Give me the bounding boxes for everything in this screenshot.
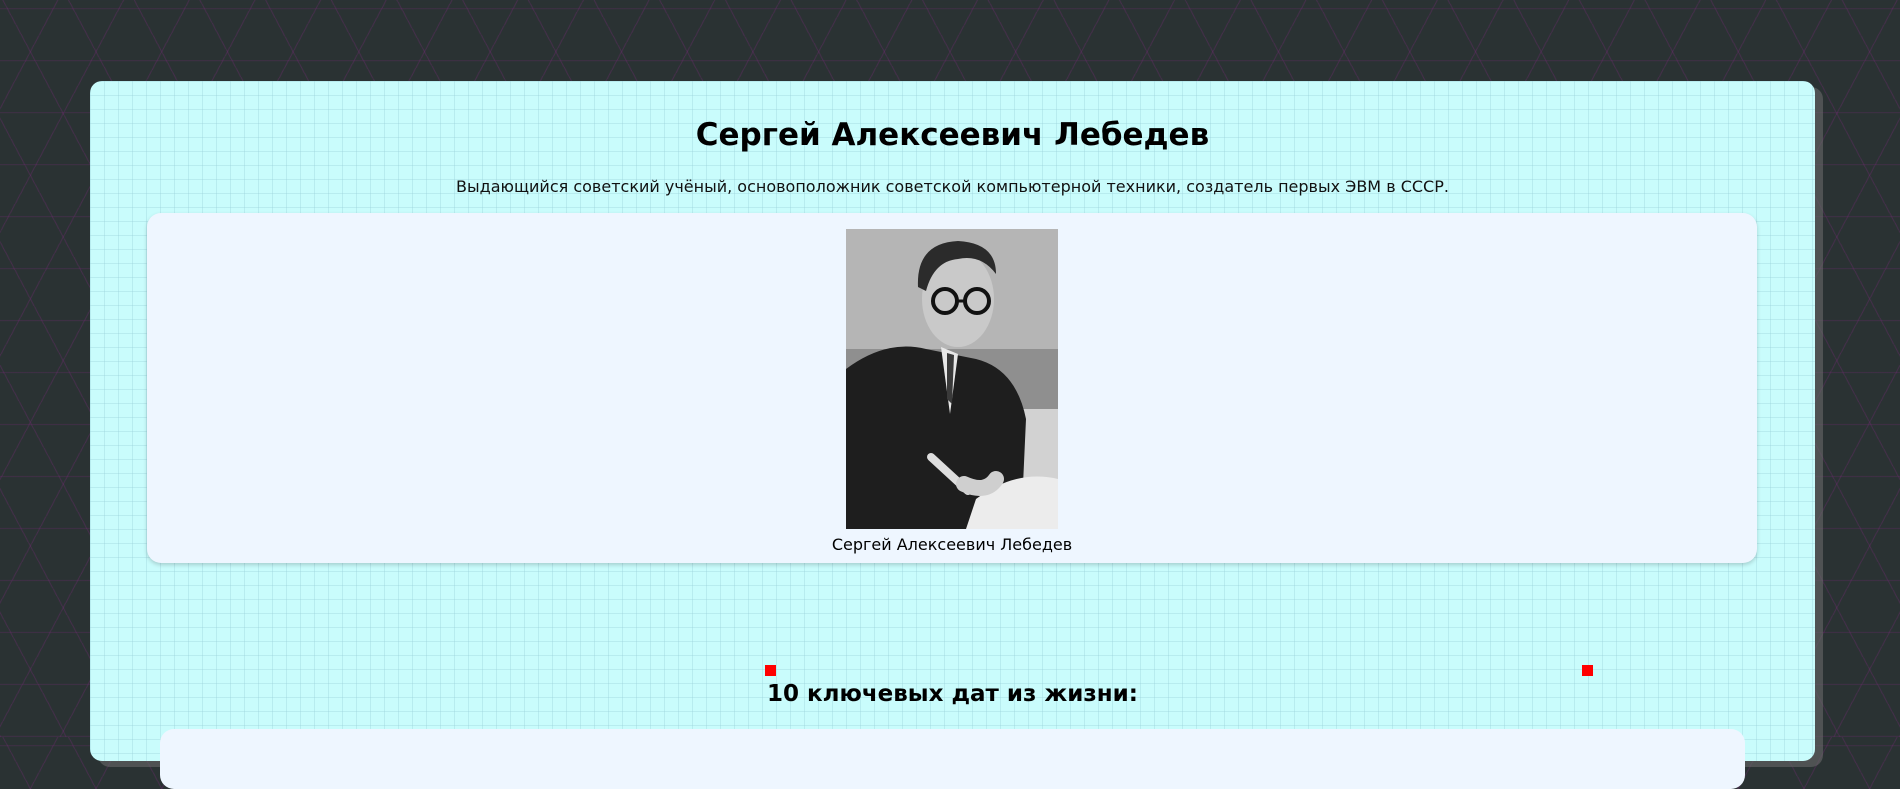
main-card: Сергей Алексеевич Лебедев Выдающийся сов… [90,81,1815,789]
red-marker-right [1582,665,1593,676]
page-subtitle: Выдающийся советский учёный, основополож… [456,177,1449,196]
portrait-photo [846,229,1058,529]
photo-caption: Сергей Алексеевич Лебедев [831,535,1073,554]
timeline-heading: 10 ключевых дат из жизни: [767,681,1138,707]
red-marker-left [765,665,776,676]
photo-panel: Сергей Алексеевич Лебедев [147,213,1757,563]
page-title: Сергей Алексеевич Лебедев [695,117,1210,153]
timeline-panel [160,729,1745,789]
